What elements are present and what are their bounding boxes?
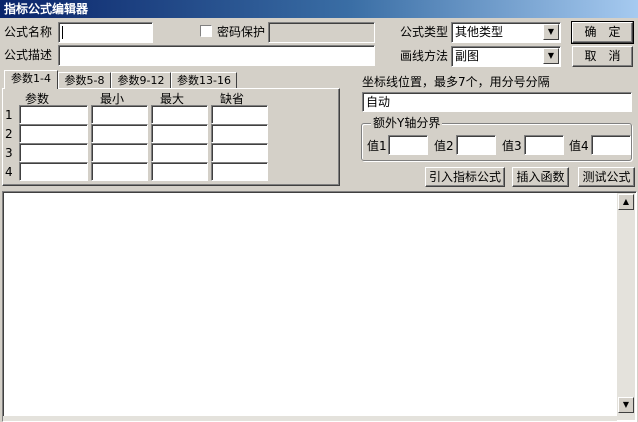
y-bound-1-input[interactable] xyxy=(388,135,428,155)
param-1-min-input[interactable] xyxy=(91,105,148,124)
ok-button[interactable]: 确 定 xyxy=(571,21,634,44)
y-bound-4-input[interactable] xyxy=(591,135,631,155)
formula-name-input[interactable] xyxy=(58,22,153,43)
param-3-max-input[interactable] xyxy=(151,143,208,162)
draw-method-value: 副图 xyxy=(455,49,480,63)
param-row-number: 1 xyxy=(5,108,13,122)
param-1-max-input[interactable] xyxy=(151,105,208,124)
cancel-button[interactable]: 取 消 xyxy=(572,46,633,67)
formula-type-value: 其他类型 xyxy=(455,25,504,39)
param-1-default-input[interactable] xyxy=(211,105,268,124)
scroll-down-icon[interactable]: ▼ xyxy=(618,397,634,413)
y-bound-2-input[interactable] xyxy=(456,135,496,155)
test-formula-button[interactable]: 测试公式 xyxy=(578,167,635,187)
axis-position-label: 坐标线位置，最多7个，用分号分隔 xyxy=(362,75,550,89)
formula-name-label: 公式名称 xyxy=(4,25,53,39)
password-checkbox[interactable] xyxy=(200,25,212,37)
param-row-number: 3 xyxy=(5,146,13,160)
axis-position-input[interactable]: 自动 xyxy=(362,92,632,112)
tab-params-5-8[interactable]: 参数5-8 xyxy=(58,72,111,89)
param-4-default-input[interactable] xyxy=(211,162,268,181)
y-bound-4-label: 值4 xyxy=(569,139,589,153)
param-4-min-input[interactable] xyxy=(91,162,148,181)
y-bound-3-input[interactable] xyxy=(524,135,564,155)
text-caret xyxy=(62,26,63,39)
tab-params-9-12[interactable]: 参数9-12 xyxy=(111,72,171,89)
param-4-name-input[interactable] xyxy=(19,162,88,181)
param-2-default-input[interactable] xyxy=(211,124,268,143)
formula-editor[interactable] xyxy=(2,191,637,422)
draw-method-label: 画线方法 xyxy=(400,49,449,63)
chevron-down-icon[interactable]: ▼ xyxy=(543,48,559,64)
param-3-name-input[interactable] xyxy=(19,143,88,162)
window-title: 指标公式编辑器 xyxy=(0,0,638,18)
editor-horizontal-scrollbar[interactable] xyxy=(3,416,617,421)
param-3-default-input[interactable] xyxy=(211,143,268,162)
formula-type-label: 公式类型 xyxy=(400,25,449,39)
scroll-up-icon[interactable]: ▲ xyxy=(618,194,634,210)
y-bound-1-label: 值1 xyxy=(367,139,387,153)
param-row-number: 2 xyxy=(5,127,13,141)
insert-function-button[interactable]: 插入函数 xyxy=(512,167,569,187)
param-2-min-input[interactable] xyxy=(91,124,148,143)
password-input[interactable] xyxy=(268,22,375,43)
password-label: 密码保护 xyxy=(217,25,266,39)
param-4-max-input[interactable] xyxy=(151,162,208,181)
param-2-name-input[interactable] xyxy=(19,124,88,143)
y-bound-3-label: 值3 xyxy=(502,139,522,153)
import-formula-button[interactable]: 引入指标公式 xyxy=(425,167,505,187)
chevron-down-icon[interactable]: ▼ xyxy=(543,24,559,40)
tab-params-13-16[interactable]: 参数13-16 xyxy=(171,72,237,89)
y-bound-2-label: 值2 xyxy=(434,139,454,153)
param-2-max-input[interactable] xyxy=(151,124,208,143)
y-bounds-group-label: 额外Y轴分界 xyxy=(371,116,443,130)
active-tab-join xyxy=(5,88,57,90)
editor-vertical-scrollbar[interactable] xyxy=(617,193,635,420)
param-1-name-input[interactable] xyxy=(19,105,88,124)
formula-desc-input[interactable] xyxy=(58,45,375,66)
formula-desc-label: 公式描述 xyxy=(4,48,53,62)
param-row-number: 4 xyxy=(5,165,13,179)
param-3-min-input[interactable] xyxy=(91,143,148,162)
tab-params-1-4[interactable]: 参数1-4 xyxy=(4,70,58,89)
